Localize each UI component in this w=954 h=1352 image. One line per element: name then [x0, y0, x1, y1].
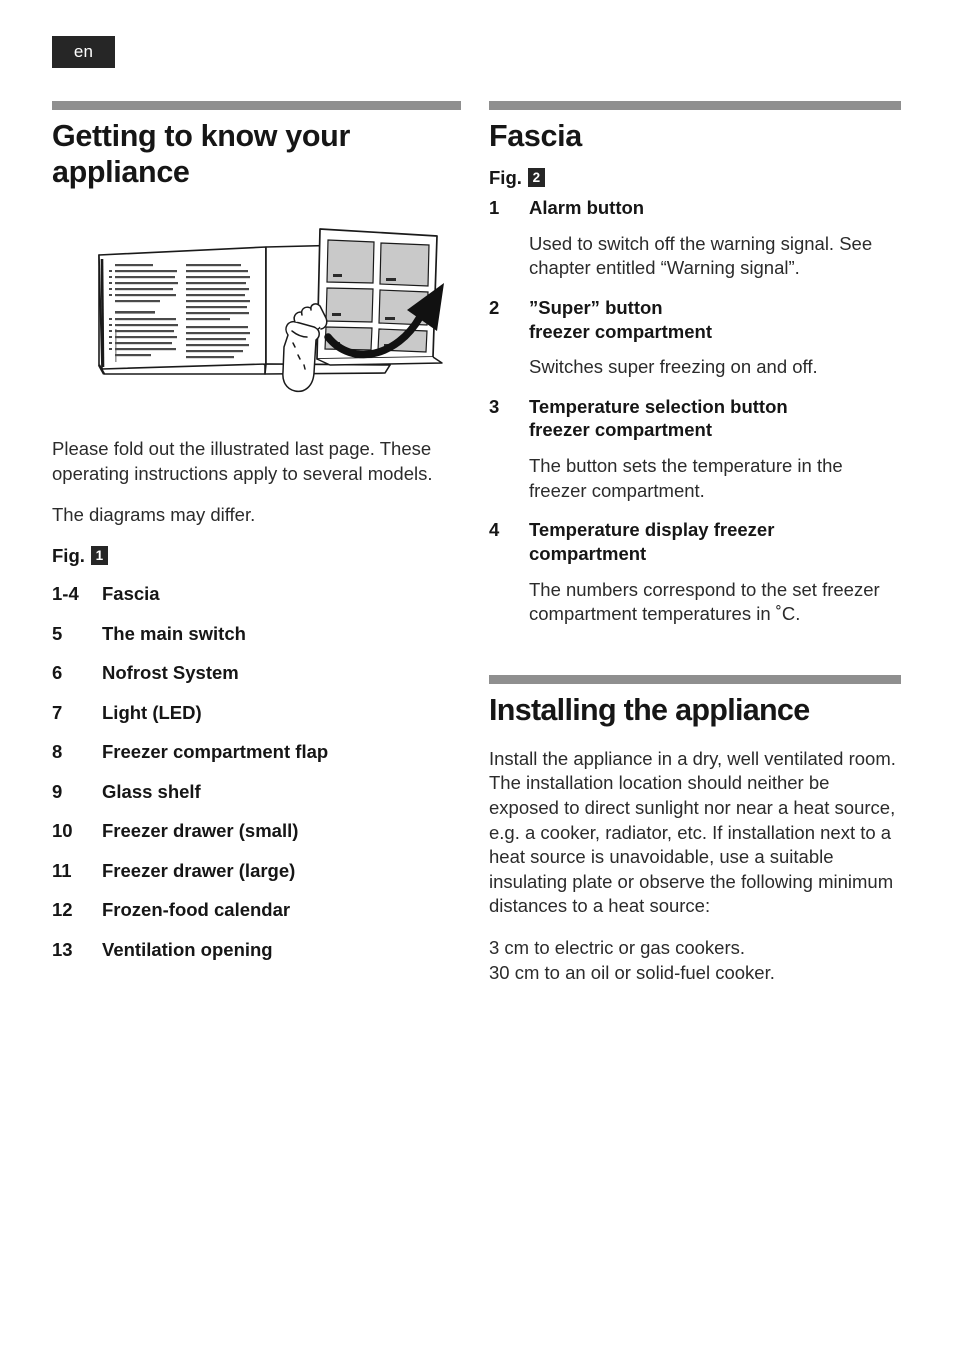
list-item-label: Freezer drawer (small): [102, 820, 299, 842]
fig-number-box: 2: [527, 168, 545, 188]
list-item-label: Freezer drawer (large): [102, 859, 296, 881]
fascia-entry-description: Used to switch off the warning signal. S…: [529, 232, 873, 279]
fig-label: Fig.: [52, 544, 85, 566]
fascia-entry-title: Temperature selection button freezer comp…: [529, 395, 788, 441]
fascia-entry-number: 1: [489, 196, 500, 218]
list-item: 13 Ventilation opening: [52, 930, 461, 970]
list-item: 7 Light (LED): [52, 693, 461, 733]
fascia-entry-head: 4 Temperature display freezer compartment: [489, 518, 901, 565]
fold-out-page-illustration: [52, 207, 461, 419]
list-item: 1-4 Fascia: [52, 575, 461, 615]
list-item: 9 Glass shelf: [52, 772, 461, 812]
section-rule-fascia: [489, 101, 901, 110]
fascia-entry-description: The numbers correspond to the set freeze…: [529, 578, 880, 625]
fascia-entry-head: 3 Temperature selection button freezer co…: [489, 395, 901, 442]
list-item: 6 Nofrost System: [52, 654, 461, 694]
fascia-entry-number: 3: [489, 395, 500, 417]
fascia-entry: 2 ”Super” button freezer compartment Swit…: [489, 296, 901, 380]
list-item-label: Light (LED): [102, 701, 202, 723]
list-item-label: Frozen-food calendar: [102, 899, 291, 921]
fig-label: Fig.: [489, 166, 522, 188]
fig-number-box: 1: [90, 546, 108, 566]
fascia-entry-number: 2: [489, 296, 500, 318]
list-item-number: 8: [52, 741, 63, 763]
right-column: Fascia Fig. 2 1 Alarm button Used to swi…: [489, 101, 901, 985]
fascia-entry-title: ”Super” button freezer compartment: [529, 296, 713, 342]
list-item-number: 6: [52, 662, 63, 684]
fascia-entry: 3 Temperature selection button freezer co…: [489, 395, 901, 504]
fascia-entry: 4 Temperature display freezer compartment…: [489, 518, 901, 627]
list-item-number: 7: [52, 701, 63, 723]
section-title-installing: Installing the appliance: [489, 692, 810, 727]
list-item: 10 Freezer drawer (small): [52, 812, 461, 852]
fascia-entry: 1 Alarm button Used to switch off the wa…: [489, 196, 901, 281]
list-item: 8 Freezer compartment flap: [52, 733, 461, 773]
section-title-fascia: Fascia: [489, 119, 582, 153]
fig-reference-1: Fig. 1: [52, 545, 461, 567]
parts-list: 1-4 Fascia 5 The main switch 6 Nofrost S…: [52, 575, 461, 970]
fascia-entry-description: Switches super freezing on and off.: [529, 356, 818, 378]
list-item-label: Ventilation opening: [102, 938, 273, 960]
language-badge: en: [52, 36, 115, 68]
fascia-entry-description: The button sets the temperature in the f…: [529, 455, 843, 501]
fig-reference-2: Fig. 2: [489, 167, 901, 189]
list-item-number: 9: [52, 780, 63, 802]
intro-paragraph-1: Please fold out the illustrated last pag…: [52, 437, 433, 484]
list-item-label: The main switch: [102, 622, 246, 644]
language-badge-label: en: [73, 42, 94, 61]
list-item-number: 12: [52, 899, 73, 921]
installing-paragraph-2: 3 cm to electric or gas cookers. 30 cm to…: [489, 936, 775, 983]
fascia-entry-head: 2 ”Super” button freezer compartment: [489, 296, 901, 343]
fascia-entry-title: Alarm button: [529, 196, 645, 218]
list-item: 12 Frozen-food calendar: [52, 891, 461, 931]
list-item-number: 1-4: [52, 583, 79, 605]
list-item-number: 10: [52, 820, 73, 842]
section-rule-getting-to-know: [52, 101, 461, 110]
page-title-getting-to-know: Getting to know your appliance: [52, 119, 350, 189]
section-rule-installing: [489, 674, 901, 684]
list-item-number: 5: [52, 622, 63, 644]
fascia-entry-title: Temperature display freezer compartment: [529, 519, 775, 564]
intro-paragraph-2: The diagrams may differ.: [52, 504, 256, 526]
list-item-label: Freezer compartment flap: [102, 741, 329, 763]
list-item-label: Glass shelf: [102, 780, 201, 802]
left-column: Getting to know your appliance Please fo…: [52, 101, 461, 970]
list-item-number: 13: [52, 938, 73, 960]
list-item: 11 Freezer drawer (large): [52, 851, 461, 891]
list-item-label: Nofrost System: [102, 662, 239, 684]
list-item-label: Fascia: [102, 583, 160, 605]
list-item-number: 11: [52, 859, 72, 881]
list-item: 5 The main switch: [52, 614, 461, 654]
installing-paragraph-1: Install the appliance in a dry, well ven…: [489, 747, 896, 917]
fascia-entry-number: 4: [489, 519, 500, 541]
fascia-entry-head: 1 Alarm button: [489, 196, 901, 220]
